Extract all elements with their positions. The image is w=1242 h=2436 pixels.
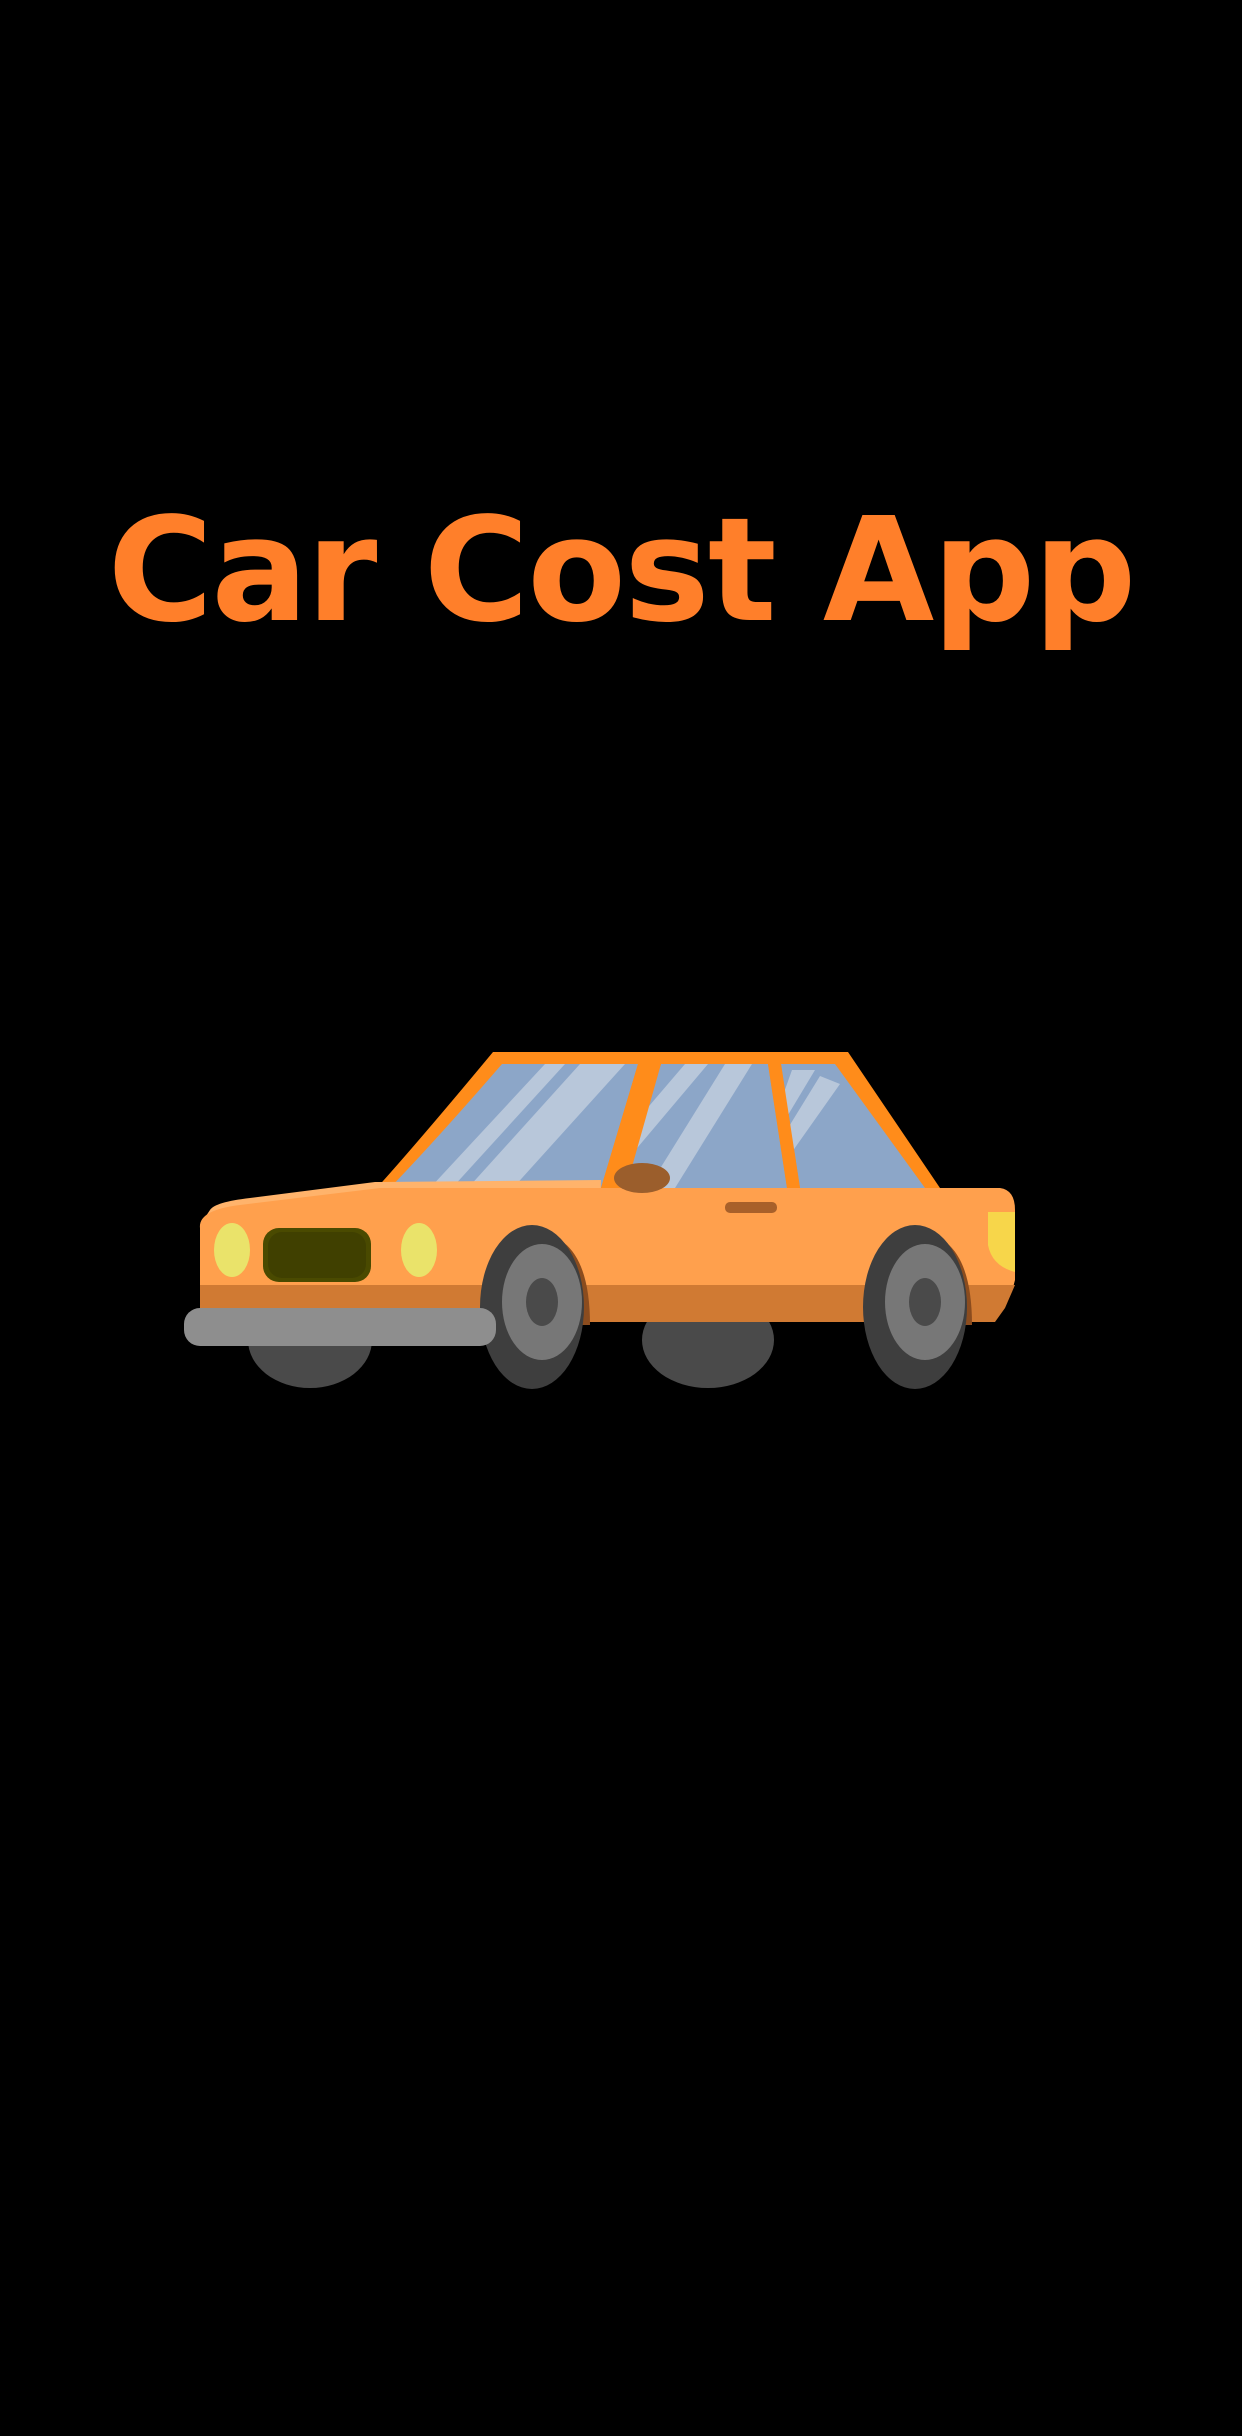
car-icon — [184, 1052, 1016, 1389]
splash-screen: Car Cost App — [0, 0, 1242, 2436]
app-title: Car Cost App — [107, 486, 1137, 654]
